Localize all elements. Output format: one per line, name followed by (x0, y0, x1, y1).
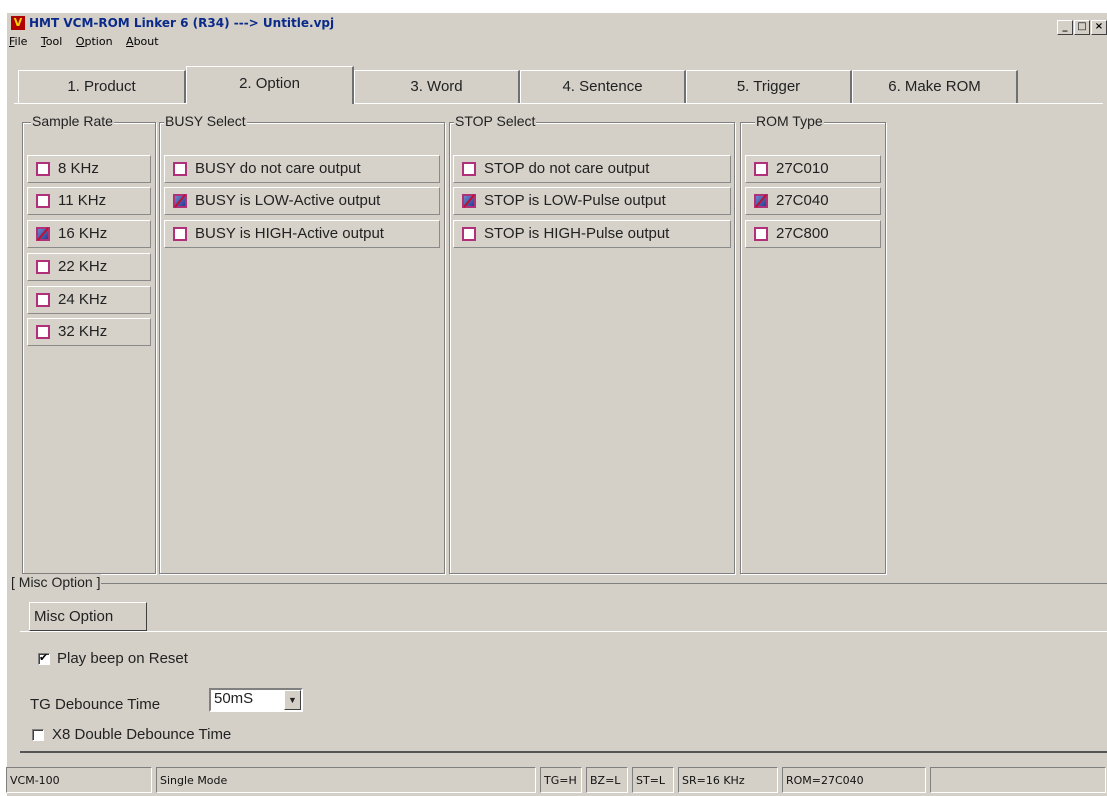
option-label: STOP is LOW-Pulse output (484, 192, 666, 209)
window-title: HMT VCM-ROM Linker 6 (R34) ---> Untitle.… (29, 16, 335, 30)
option-label: 24 KHz (58, 291, 108, 308)
menu-about[interactable]: About (121, 33, 164, 51)
option-label: 22 KHz (58, 258, 108, 275)
option-checkbox[interactable] (754, 194, 768, 208)
option-label: BUSY is HIGH-Active output (195, 225, 384, 242)
rom-type-option[interactable]: 27C040 (745, 187, 881, 215)
play-beep-label: Play beep on Reset (57, 650, 188, 667)
stop-option[interactable]: STOP do not care output (453, 155, 731, 183)
sample-rate-option[interactable]: 11 KHz (27, 187, 151, 215)
title-bar[interactable]: V HMT VCM-ROM Linker 6 (R34) ---> Untitl… (7, 13, 1107, 35)
option-label: BUSY is LOW-Active output (195, 192, 381, 209)
option-label: 8 KHz (58, 160, 99, 177)
option-label: 27C800 (776, 225, 829, 242)
status-bar: VCM-100 Single Mode TG=H BZ=L ST=L SR=16… (6, 764, 1107, 796)
option-checkbox[interactable] (36, 227, 50, 241)
group-title: STOP Select (454, 113, 537, 129)
sample-rate-option[interactable]: 22 KHz (27, 253, 151, 281)
tab-product[interactable]: 1. Product (18, 70, 186, 103)
tg-debounce-value: 50mS (214, 690, 254, 707)
status-device: VCM-100 (6, 767, 152, 793)
option-checkbox[interactable] (462, 227, 476, 241)
tg-debounce-label: TG Debounce Time (30, 696, 161, 713)
status-extra (930, 767, 1106, 793)
status-sample-rate: SR=16 KHz (678, 767, 778, 793)
option-checkbox[interactable] (462, 194, 476, 208)
menu-bar: File Tool Option About (7, 33, 1107, 51)
option-label: BUSY do not care output (195, 160, 361, 177)
option-checkbox[interactable] (173, 227, 187, 241)
option-label: 11 KHz (58, 192, 107, 209)
option-checkbox[interactable] (36, 194, 50, 208)
tab-trigger[interactable]: 5. Trigger (686, 70, 852, 103)
busy-option[interactable]: BUSY is LOW-Active output (164, 187, 440, 215)
misc-group-title: [ Misc Option ] (10, 574, 102, 590)
option-label: 16 KHz (58, 225, 108, 242)
busy-option[interactable]: BUSY do not care output (164, 155, 440, 183)
sample-rate-option[interactable]: 8 KHz (27, 155, 151, 183)
app-logo-icon: V (11, 16, 25, 30)
window-controls: _ □ × (1056, 15, 1107, 35)
option-checkbox[interactable] (754, 227, 768, 241)
option-checkbox[interactable] (173, 194, 187, 208)
tab-option[interactable]: 2. Option (186, 66, 354, 104)
option-checkbox[interactable] (36, 162, 50, 176)
sample-rate-option[interactable]: 16 KHz (27, 220, 151, 248)
tab-make-rom[interactable]: 6. Make ROM (852, 70, 1018, 103)
option-label: 32 KHz (58, 323, 108, 340)
status-mode: Single Mode (156, 767, 536, 793)
status-st: ST=L (632, 767, 674, 793)
option-checkbox[interactable] (36, 293, 50, 307)
rom-type-option[interactable]: 27C010 (745, 155, 881, 183)
option-checkbox[interactable] (36, 325, 50, 339)
busy-option[interactable]: BUSY is HIGH-Active output (164, 220, 440, 248)
sample-rate-option[interactable]: 32 KHz (27, 318, 151, 346)
group-title: ROM Type (755, 113, 824, 129)
menu-tool[interactable]: Tool (36, 33, 67, 51)
stop-option[interactable]: STOP is HIGH-Pulse output (453, 220, 731, 248)
tg-debounce-select[interactable]: 50mS ▼ (209, 688, 303, 712)
x8-double-label: X8 Double Debounce Time (52, 726, 232, 743)
tab-word[interactable]: 3. Word (354, 70, 520, 103)
option-checkbox[interactable] (462, 162, 476, 176)
group-title: Sample Rate (31, 113, 114, 129)
option-label: 27C040 (776, 192, 829, 209)
menu-file[interactable]: File (7, 33, 32, 51)
option-label: STOP do not care output (484, 160, 650, 177)
option-checkbox[interactable] (173, 162, 187, 176)
status-bz: BZ=L (586, 767, 628, 793)
x8-double-checkbox[interactable] (32, 729, 44, 741)
status-tg: TG=H (540, 767, 582, 793)
option-checkbox[interactable] (754, 162, 768, 176)
stop-option[interactable]: STOP is LOW-Pulse output (453, 187, 731, 215)
tab-misc-option[interactable]: Misc Option (29, 602, 147, 631)
option-checkbox[interactable] (36, 260, 50, 274)
chevron-down-icon[interactable]: ▼ (284, 690, 301, 710)
rom-type-option[interactable]: 27C800 (745, 220, 881, 248)
sample-rate-option[interactable]: 24 KHz (27, 286, 151, 314)
menu-option[interactable]: Option (71, 33, 118, 51)
group-title: BUSY Select (164, 113, 247, 129)
option-label: STOP is HIGH-Pulse output (484, 225, 670, 242)
option-label: 27C010 (776, 160, 829, 177)
tab-sentence[interactable]: 4. Sentence (520, 70, 686, 103)
play-beep-checkbox[interactable] (38, 651, 50, 665)
status-rom: ROM=27C040 (782, 767, 926, 793)
